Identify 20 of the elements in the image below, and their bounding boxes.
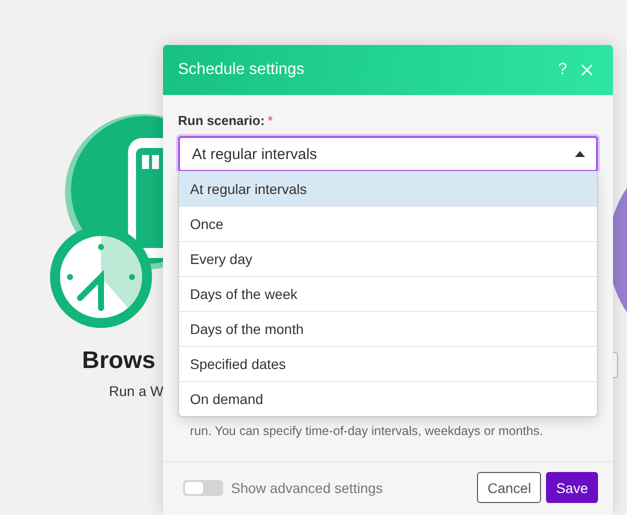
dropdown-option[interactable]: Days of the month <box>179 311 597 346</box>
save-button[interactable]: Save <box>546 472 598 503</box>
module-title: Brows <box>82 347 156 375</box>
dropdown-option[interactable]: Once <box>179 206 597 241</box>
advanced-settings-toggle[interactable] <box>183 480 223 496</box>
required-mark: * <box>268 113 273 128</box>
dropdown-option[interactable]: Days of the week <box>179 276 597 311</box>
field-label: Run scenario: <box>178 113 265 128</box>
caret-icon <box>574 150 586 158</box>
dropdown-option[interactable]: On demand <box>179 381 597 416</box>
module-subtitle: Run a W <box>109 383 164 399</box>
dialog-title: Schedule settings <box>178 61 306 79</box>
run-scenario-select[interactable]: At regular intervals <box>178 136 598 172</box>
help-text: run. You can specify time-of-day intervals, weekdays or months. <box>189 424 544 438</box>
dropdown-option[interactable]: Specified dates <box>179 346 597 381</box>
dropdown-option[interactable]: Every day <box>179 241 597 276</box>
close-icon <box>581 64 593 76</box>
toggle-label: Show advanced settings <box>231 480 384 496</box>
dropdown-option[interactable]: At regular intervals <box>179 171 597 206</box>
cancel-button[interactable]: Cancel <box>477 472 542 503</box>
